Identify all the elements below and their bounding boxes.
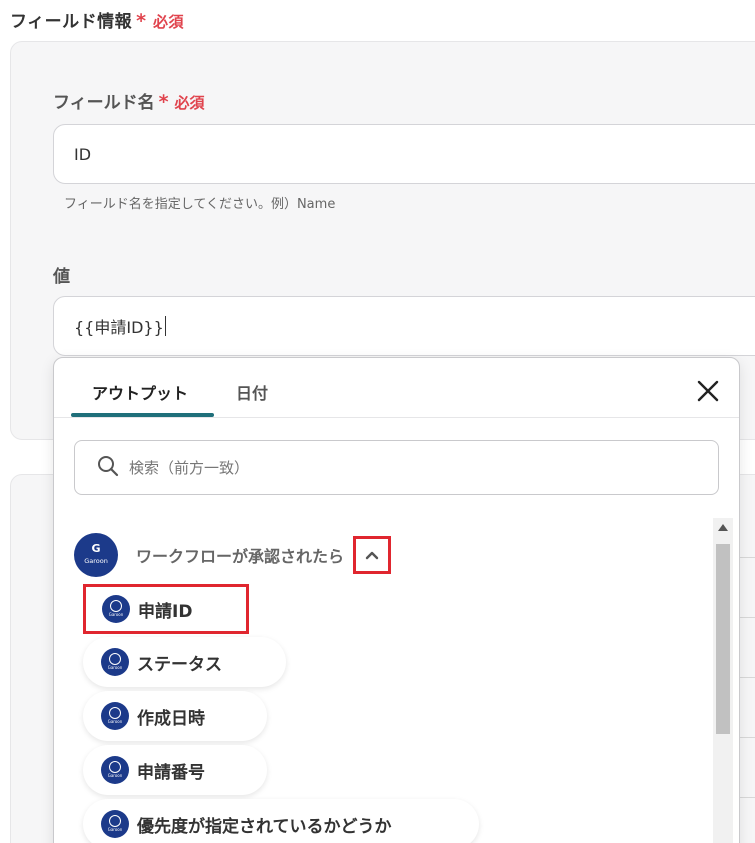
list-scrollbar[interactable] — [713, 518, 733, 843]
garoon-icon: Garoon — [101, 810, 129, 838]
required-indicator: * 必須 — [158, 91, 205, 113]
text-caret — [164, 316, 166, 336]
tab-date[interactable]: 日付 — [236, 380, 268, 404]
close-icon[interactable] — [694, 377, 722, 405]
field-name-hint: フィールド名を指定してください。例）Name — [64, 197, 336, 212]
garoon-icon: Garoon — [101, 702, 129, 730]
garoon-icon: Garoon — [101, 756, 129, 784]
popup-tabs: アウトプット 日付 — [54, 358, 739, 418]
scroll-up-arrow-icon[interactable] — [718, 524, 728, 531]
active-tab-indicator — [71, 413, 214, 417]
field-name-value: ID — [74, 144, 92, 164]
search-icon — [97, 455, 119, 481]
required-indicator: * 必須 — [136, 10, 185, 32]
garoon-icon: Garoon — [101, 648, 129, 676]
output-item-priority-specified[interactable]: Garoon 優先度が指定されているかどうか — [83, 799, 479, 843]
value-input-text: {{申請ID}} — [74, 318, 164, 337]
field-name-input[interactable]: ID — [53, 124, 755, 184]
value-input[interactable]: {{申請ID}} — [53, 296, 755, 356]
output-group-header: G Garoon ワークフローが承認されたら — [74, 532, 392, 578]
scrollbar-thumb[interactable] — [716, 544, 730, 734]
garoon-logo-icon: G Garoon — [74, 533, 118, 577]
field-name-label: フィールド名 * 必須 — [53, 91, 205, 113]
chevron-up-icon — [364, 546, 380, 565]
tab-output[interactable]: アウトプット — [92, 380, 188, 404]
output-picker-popup: アウトプット 日付 検索（前方一致） G Garoon ワークフローが承認された… — [53, 357, 740, 843]
garoon-icon: Garoon — [102, 595, 130, 623]
output-item-created-at[interactable]: Garoon 作成日時 — [83, 691, 267, 741]
output-item-application-number[interactable]: Garoon 申請番号 — [83, 745, 267, 795]
collapse-toggle-button[interactable] — [353, 536, 392, 574]
output-item-status[interactable]: Garoon ステータス — [83, 637, 286, 687]
section-title: フィールド情報 * 必須 — [10, 7, 184, 32]
group-label: ワークフローが承認されたら — [136, 547, 345, 566]
search-placeholder: 検索（前方一致） — [129, 459, 250, 477]
section-title-text: フィールド情報 — [10, 12, 133, 32]
search-input[interactable]: 検索（前方一致） — [74, 440, 719, 495]
output-item-application-id[interactable]: Garoon 申請ID — [83, 584, 249, 634]
value-label: 値 — [53, 267, 70, 287]
